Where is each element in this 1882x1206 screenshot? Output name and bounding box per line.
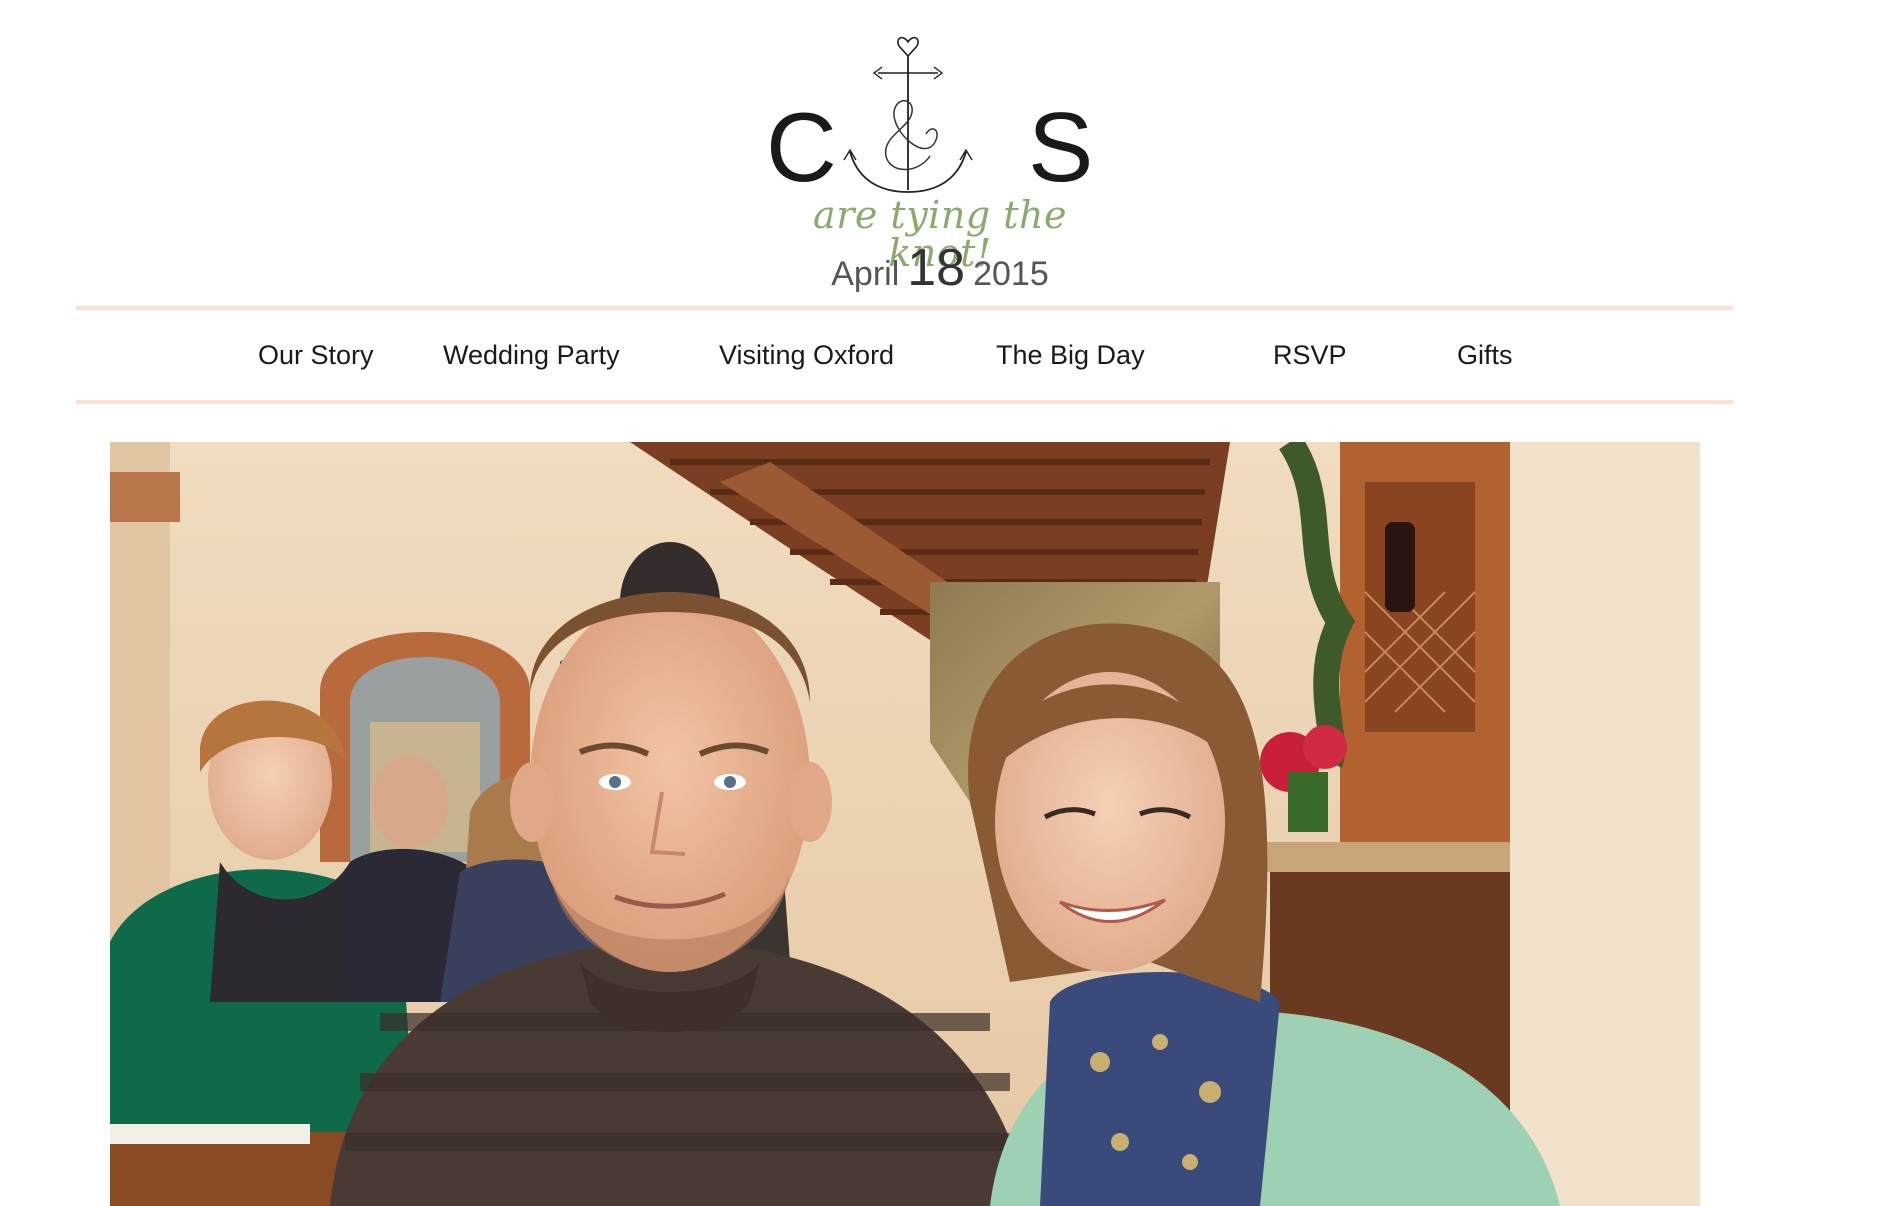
date-month: April xyxy=(831,255,900,293)
nav-item-visiting-oxford[interactable]: Visiting Oxford xyxy=(719,340,894,371)
wedding-date: April 18 2015 xyxy=(760,242,1120,294)
nav-item-gifts[interactable]: Gifts xyxy=(1457,340,1513,371)
nav-item-wedding-party[interactable]: Wedding Party xyxy=(443,340,620,371)
nav-divider-bottom xyxy=(76,400,1733,404)
date-day: 18 xyxy=(907,239,966,297)
monogram-initial-right: S xyxy=(1028,92,1094,202)
monogram-logo[interactable]: C S xyxy=(760,24,1120,199)
nav-item-the-big-day[interactable]: The Big Day xyxy=(996,340,1145,371)
date-year: 2015 xyxy=(973,255,1049,293)
couple-photo xyxy=(110,442,1700,1206)
main-nav: Our Story Wedding Party Visiting Oxford … xyxy=(0,310,1882,400)
wedding-site-page: C S are tying the knot! April 18 2015 Our … xyxy=(0,0,1882,1206)
nav-item-rsvp[interactable]: RSVP xyxy=(1273,340,1347,371)
monogram-initial-left: C xyxy=(766,92,837,202)
nav-item-our-story[interactable]: Our Story xyxy=(258,340,374,371)
